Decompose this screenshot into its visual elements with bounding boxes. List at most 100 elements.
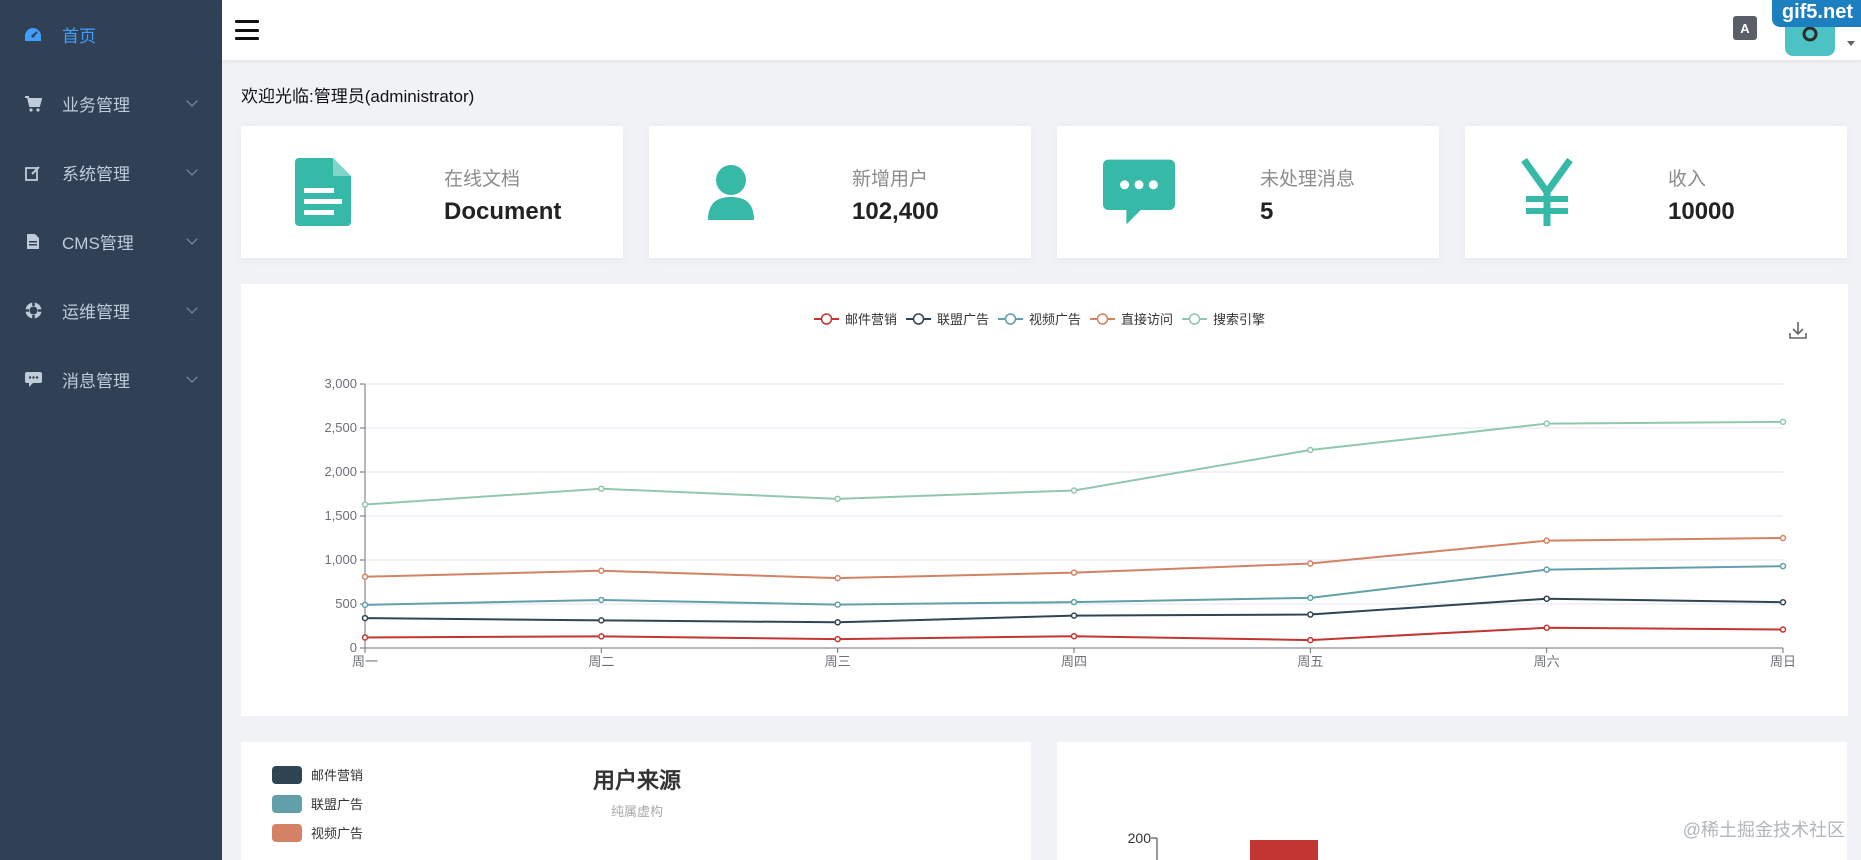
y-tick-label: 500 (335, 596, 357, 611)
legend-label: 视频广告 (1029, 312, 1081, 327)
pie-title: 用户来源 (593, 768, 681, 793)
legend-marker (1096, 313, 1109, 325)
legend-item[interactable]: 视频广告 (998, 312, 1081, 327)
hamburger-icon[interactable] (235, 20, 259, 40)
legend-label: 联盟广告 (937, 312, 989, 327)
stat-value: Document (444, 198, 562, 225)
legend-swatch (272, 795, 302, 813)
y-tick-label: 1,000 (324, 552, 357, 567)
pie-chart: 邮件营销联盟广告视频广告 用户来源 纯属虚构 (272, 766, 681, 842)
sidebar-item-home[interactable]: 首页 (0, 0, 222, 69)
y-tick-label: 2,000 (324, 464, 357, 479)
legend-item[interactable]: 视频广告 (272, 824, 363, 842)
stat-card-income[interactable]: 收入 10000 (1465, 126, 1847, 258)
bar (1250, 840, 1318, 860)
dashboard-icon (24, 26, 42, 44)
data-point (598, 596, 605, 604)
legend-marker (1188, 313, 1201, 325)
stat-card-users[interactable]: 新增用户 102,400 (649, 126, 1031, 258)
legend-label: 视频广告 (311, 826, 363, 841)
data-point (1307, 560, 1314, 567)
document-icon (287, 156, 359, 228)
stat-card-messages[interactable]: 未处理消息 5 (1057, 126, 1439, 258)
stat-label: 未处理消息 (1260, 169, 1356, 190)
welcome-text: 欢迎光临:管理员(administrator) (241, 87, 475, 106)
stat-value: 10000 (1668, 198, 1735, 225)
bar-chart: 200 (1128, 830, 1318, 860)
data-point (598, 485, 605, 492)
data-point (1307, 594, 1314, 602)
top-navbar: A gif5.net (222, 0, 1861, 60)
data-point (1543, 537, 1550, 544)
line-chart-card: 0 500 1,000 1,500 2,000 2,500 3,000 周一 周二 周三 周四 周五 周… (241, 284, 1848, 716)
sidebar: 首页 业务管理 系统管理 CMS管理 运维管理 消息管理 (0, 0, 222, 860)
sidebar-item-label: 首页 (62, 27, 96, 46)
legend-label: 搜索引擎 (1213, 312, 1265, 327)
data-point (834, 619, 841, 626)
legend-marker (1004, 313, 1017, 325)
stat-card-docs[interactable]: 在线文档 Document (241, 126, 623, 258)
data-point (361, 614, 369, 622)
document-icon (24, 233, 42, 251)
legend-label: 联盟广告 (311, 797, 363, 812)
sidebar-item-label: 消息管理 (62, 372, 130, 391)
chevron-down-icon (186, 164, 198, 176)
data-point (1070, 598, 1078, 606)
sidebar-item-messages[interactable]: 消息管理 (0, 345, 222, 414)
data-point (1543, 624, 1550, 632)
legend-label: 直接访问 (1121, 312, 1173, 327)
download-icon[interactable] (1789, 322, 1807, 339)
x-tick-label: 周四 (1061, 654, 1087, 669)
data-point (1307, 446, 1314, 454)
stat-label: 在线文档 (444, 169, 521, 190)
sidebar-item-label: CMS管理 (62, 234, 134, 253)
data-point (598, 617, 605, 624)
y-tick-label: 3,000 (324, 376, 357, 391)
legend-item[interactable]: 联盟广告 (272, 795, 363, 813)
data-point (598, 633, 605, 640)
data-point (1779, 534, 1787, 542)
sidebar-item-business[interactable]: 业务管理 (0, 69, 222, 138)
legend-item[interactable]: 搜索引擎 (1182, 312, 1265, 327)
stat-label: 新增用户 (852, 169, 929, 190)
lifebuoy-icon (24, 302, 42, 320)
legend-marker (912, 313, 925, 325)
sidebar-item-cms[interactable]: CMS管理 (0, 207, 222, 276)
message-icon (24, 371, 42, 389)
x-tick-label: 周日 (1770, 654, 1796, 669)
line-chart: 0 500 1,000 1,500 2,000 2,500 3,000 周一 周二 周三 周四 周五 周… (324, 312, 1807, 669)
legend-item[interactable]: 邮件营销 (272, 766, 363, 784)
legend-item[interactable]: 邮件营销 (814, 312, 897, 327)
caret-down-icon[interactable] (1847, 41, 1855, 46)
data-point (1070, 569, 1078, 576)
sidebar-item-ops[interactable]: 运维管理 (0, 276, 222, 345)
x-tick-label: 周二 (588, 654, 614, 669)
chevron-down-icon (186, 95, 198, 107)
data-point (1779, 598, 1787, 606)
x-tick-label: 周一 (352, 654, 378, 669)
data-point (1779, 562, 1787, 570)
x-tick-label: 周六 (1534, 654, 1560, 669)
main-content: A gif5.net 欢迎光临:管理员(administrator) 在线文档 … (222, 0, 1861, 860)
data-point (361, 501, 369, 508)
message-icon (1103, 156, 1175, 228)
chevron-down-icon (186, 233, 198, 245)
data-point (1543, 595, 1550, 602)
data-point (1779, 626, 1787, 633)
data-point (361, 634, 369, 641)
edit-icon (24, 164, 42, 182)
legend-swatch (272, 824, 302, 842)
legend-marker (820, 313, 833, 325)
data-point (1070, 612, 1078, 619)
data-point (1070, 487, 1078, 494)
data-point (834, 635, 841, 643)
cart-icon (24, 95, 42, 113)
legend-item[interactable]: 联盟广告 (906, 312, 989, 327)
sidebar-item-system[interactable]: 系统管理 (0, 138, 222, 207)
x-tick-label: 周五 (1297, 654, 1323, 669)
x-tick-label: 周三 (825, 654, 851, 669)
language-switch-icon[interactable]: A (1733, 16, 1757, 40)
legend-label: 邮件营销 (311, 768, 363, 783)
legend-item[interactable]: 直接访问 (1090, 312, 1173, 327)
chevron-down-icon (186, 371, 198, 383)
